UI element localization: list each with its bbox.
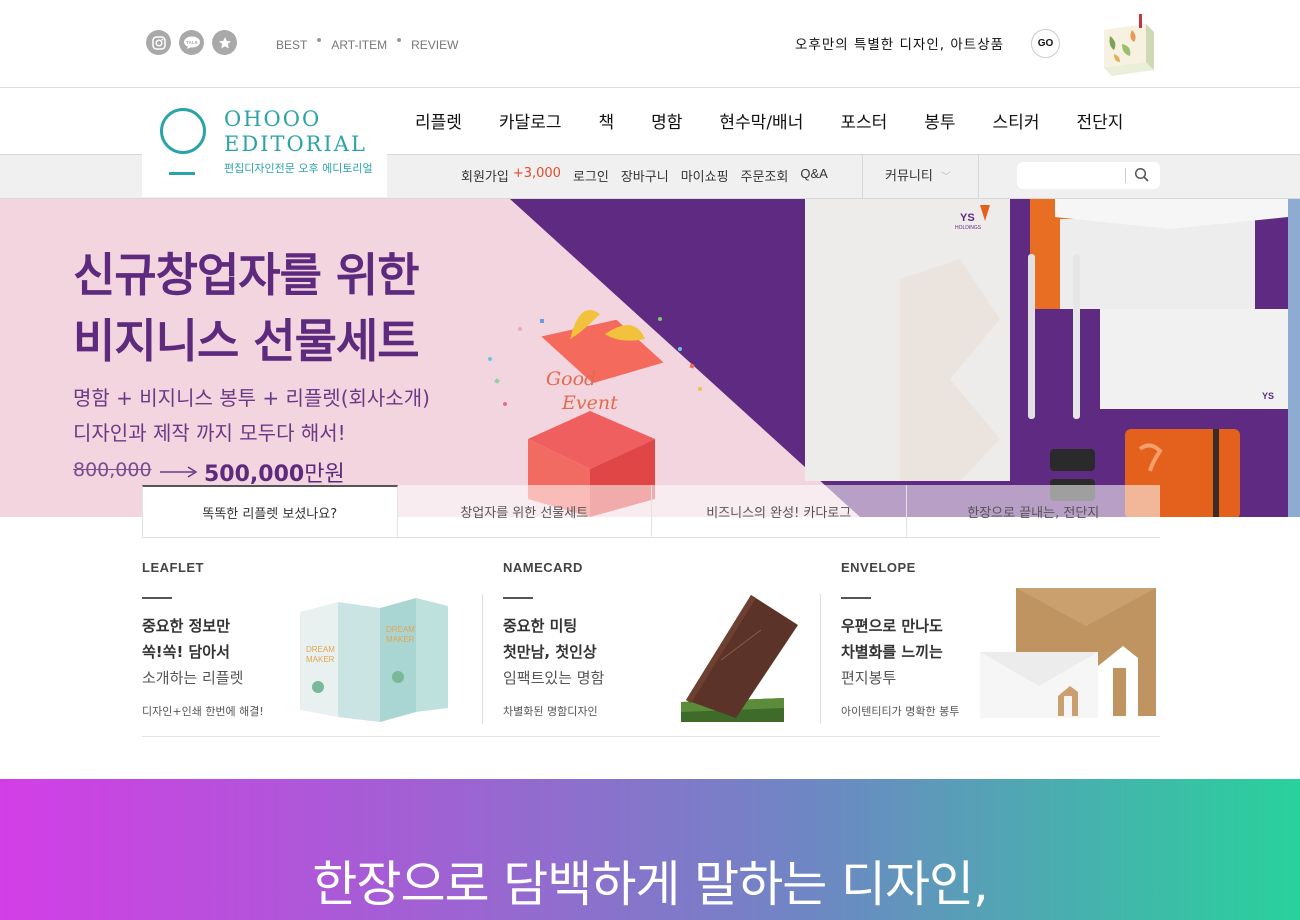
search-icon[interactable] bbox=[1133, 166, 1151, 188]
instagram-icon[interactable] bbox=[146, 30, 171, 55]
hero-subtitle-line1: 명함 + 비지니스 봉투 + 리플렛(회사소개) bbox=[73, 386, 430, 410]
mypage-link[interactable]: 마이쇼핑 bbox=[681, 166, 729, 185]
link-review[interactable]: REVIEW bbox=[411, 38, 458, 52]
hero-title-line1: 신규창업자를 위한 bbox=[73, 248, 420, 302]
site-logo[interactable]: OHOOO EDITORIAL 편집디자인전문 오후 에디토리얼 bbox=[142, 88, 387, 197]
link-art-item[interactable]: ART-ITEM bbox=[331, 38, 387, 52]
utility-divider bbox=[862, 155, 863, 198]
promo-text[interactable]: 오후만의 특별한 디자인, 아트상품 bbox=[795, 33, 1004, 53]
tab-catalog[interactable]: 비즈니스의 완성! 카다로그 bbox=[652, 485, 907, 537]
logo-underline-mark bbox=[169, 172, 195, 175]
product-note: 디자인+인쇄 한번에 해결! bbox=[142, 705, 264, 718]
namecard-product-image[interactable] bbox=[676, 590, 806, 729]
login-link[interactable]: 로그인 bbox=[573, 166, 609, 185]
signup-link[interactable]: 회원가입 bbox=[461, 166, 509, 185]
search-input[interactable] bbox=[1025, 166, 1120, 185]
product-description: 소개하는 리플렛 bbox=[142, 669, 244, 687]
ys-holdings-mark: YS bbox=[960, 212, 975, 224]
product-divider bbox=[820, 594, 821, 724]
nav-item-sticker[interactable]: 스티커 bbox=[993, 108, 1040, 133]
search-box[interactable] bbox=[1017, 162, 1160, 189]
star-icon[interactable] bbox=[212, 30, 237, 55]
art-product-thumbnail[interactable] bbox=[1102, 14, 1156, 76]
hero-new-price: 500,000만원 bbox=[204, 456, 345, 488]
product-note: 차별화된 명함디자인 bbox=[503, 705, 598, 718]
logo-text-line2: EDITORIAL bbox=[224, 132, 367, 156]
product-description: 편지봉투 bbox=[841, 669, 897, 687]
signup-points-badge: +3,000 bbox=[512, 166, 561, 181]
product-rule bbox=[841, 597, 871, 599]
top-bar: TALK BEST ART-ITEM REVIEW 오후만의 특별한 디자인, … bbox=[0, 0, 1300, 88]
gift-text-event: Event bbox=[561, 392, 618, 414]
ys-holdings-sub: HOLDINGS bbox=[955, 225, 982, 231]
nav-item-leaflet[interactable]: 리플렛 bbox=[415, 108, 462, 133]
nav-item-flyer[interactable]: 전단지 bbox=[1076, 108, 1123, 133]
product-card-namecard[interactable]: NAMECARD 중요한 미팅 첫만남, 첫인상 임팩트있는 명함 차별화된 명함… bbox=[503, 560, 604, 719]
hero-banner[interactable]: YS HOLDINGS YS Good Event 신규창업자를 위한 비지니스… bbox=[0, 199, 1300, 517]
product-row-bottom-rule bbox=[142, 736, 1160, 737]
product-card-envelope[interactable]: ENVELOPE 우편으로 만나도 차별화를 느끼는 편지봉투 아이텐티티가 명확… bbox=[841, 560, 959, 719]
go-button[interactable]: GO bbox=[1031, 29, 1060, 58]
tab-gift-set[interactable]: 창업자를 위한 선물세트 bbox=[397, 485, 652, 537]
product-headline: 중요한 정보만 쏙!쏙! 담아서 bbox=[142, 617, 231, 661]
search-divider bbox=[1125, 168, 1126, 183]
nav-item-catalog[interactable]: 카달로그 bbox=[499, 108, 562, 133]
svg-text:DREAM: DREAM bbox=[386, 625, 415, 634]
tab-leaflet[interactable]: 똑똑한 리플렛 보셨나요? bbox=[142, 485, 398, 537]
hero-tab-list: 똑똑한 리플렛 보셨나요? 창업자를 위한 선물세트 비즈니스의 완성! 카다로… bbox=[142, 485, 1160, 538]
logo-text-line1: OHOOO bbox=[224, 107, 322, 131]
product-description: 임팩트있는 명함 bbox=[503, 669, 605, 687]
tab-flyer[interactable]: 한장으로 끝내는, 전단지 bbox=[906, 485, 1160, 537]
slogan-text: 한장으로 담백하게 말하는 디자인, bbox=[312, 856, 988, 913]
top-links: BEST ART-ITEM REVIEW bbox=[276, 38, 458, 52]
product-headline: 우편으로 만나도 차별화를 느끼는 bbox=[841, 617, 943, 661]
nav-item-namecard[interactable]: 명함 bbox=[651, 108, 682, 133]
hero-old-price: 800,000 bbox=[73, 459, 152, 481]
leaflet-product-image[interactable]: DREAM MAKER DREAM MAKER bbox=[288, 592, 458, 731]
community-label: 커뮤니티 bbox=[885, 169, 933, 184]
logo-circle-mark bbox=[160, 108, 206, 154]
product-card-leaflet[interactable]: LEAFLET 중요한 정보만 쏙!쏙! 담아서 소개하는 리플렛 디자인+인쇄 … bbox=[142, 560, 264, 719]
product-divider bbox=[482, 594, 483, 724]
link-separator bbox=[317, 38, 322, 42]
logo-subtitle: 편집디자인전문 오후 에디토리얼 bbox=[224, 162, 373, 175]
talk-label: TALK bbox=[186, 40, 198, 45]
slogan-banner: 한장으로 담백하게 말하는 디자인, bbox=[0, 779, 1300, 920]
chevron-down-icon: ﹀ bbox=[940, 172, 951, 183]
social-links: TALK bbox=[146, 30, 237, 55]
new-price-value: 500,000 bbox=[204, 462, 305, 487]
product-headline: 중요한 미팅 첫만남, 첫인상 bbox=[503, 617, 597, 661]
hero-title-line2: 비지니스 선물세트 bbox=[73, 314, 420, 368]
svg-text:MAKER: MAKER bbox=[306, 655, 335, 664]
product-note: 아이텐티티가 명확한 봉투 bbox=[841, 705, 960, 718]
utility-menu: 회원가입 +3,000 로그인 장바구니 마이쇼핑 주문조회 Q&A bbox=[461, 166, 840, 185]
new-price-unit: 만원 bbox=[304, 462, 345, 487]
community-dropdown[interactable]: 커뮤니티 ﹀ bbox=[885, 165, 951, 184]
arrow-right-icon bbox=[160, 463, 198, 482]
gift-text-good: Good bbox=[546, 368, 596, 390]
main-menu: 리플렛 카달로그 책 명함 현수막/배너 포스터 봉투 스티커 전단지 bbox=[415, 108, 1160, 133]
svg-text:DREAM: DREAM bbox=[306, 645, 335, 654]
utility-divider bbox=[978, 155, 979, 198]
envelope-product-image[interactable] bbox=[978, 586, 1158, 726]
nav-item-book[interactable]: 책 bbox=[598, 108, 614, 133]
nav-item-poster[interactable]: 포스터 bbox=[840, 108, 887, 133]
cart-link[interactable]: 장바구니 bbox=[621, 166, 669, 185]
nav-item-banner[interactable]: 현수막/배너 bbox=[719, 108, 803, 133]
product-title: ENVELOPE bbox=[841, 560, 916, 575]
product-title: NAMECARD bbox=[503, 560, 583, 575]
hero-subtitle-line2: 디자인과 제작 까지 모두다 해서! bbox=[73, 421, 346, 445]
product-rule bbox=[142, 597, 172, 599]
link-best[interactable]: BEST bbox=[276, 38, 307, 52]
product-title: LEAFLET bbox=[142, 560, 204, 575]
nav-item-envelope[interactable]: 봉투 bbox=[924, 108, 955, 133]
product-rule bbox=[503, 597, 533, 599]
qa-link[interactable]: Q&A bbox=[800, 166, 827, 185]
orders-link[interactable]: 주문조회 bbox=[741, 166, 789, 185]
link-separator bbox=[397, 38, 402, 42]
talk-icon[interactable]: TALK bbox=[179, 30, 204, 55]
svg-text:YS: YS bbox=[1262, 391, 1274, 401]
svg-text:MAKER: MAKER bbox=[386, 635, 415, 644]
